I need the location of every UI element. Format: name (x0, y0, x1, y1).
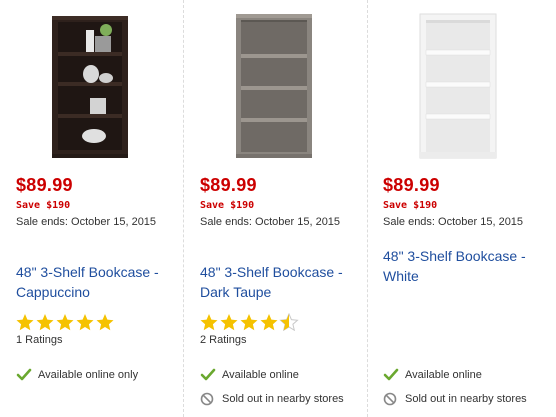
savings-text: Save $190 (16, 200, 71, 211)
price: $89.99 (200, 175, 257, 195)
product-title-link[interactable]: 48" 3-Shelf Bookcase - Cappuccino (16, 262, 186, 302)
price: $89.99 (383, 175, 440, 195)
price: $89.99 (16, 175, 73, 195)
sale-ends-text: Sale ends: October 15, 2015 (16, 216, 157, 228)
check-icon (383, 368, 399, 381)
store-status-text: Sold out in nearby stores (222, 393, 344, 405)
sale-ends-text: Sale ends: October 15, 2015 (200, 216, 341, 228)
product-card-white: $89.99 Save $190 Sale ends: October 15, … (367, 0, 556, 417)
store-status-row: Sold out in nearby stores (200, 392, 344, 406)
availability-row: Available online (383, 368, 482, 382)
no-entry-icon (200, 392, 214, 406)
product-image-dark-taupe[interactable] (184, 10, 367, 160)
star-icon (16, 314, 114, 331)
availability-row: Available online (200, 368, 299, 382)
ratings-count[interactable]: 1 Ratings (16, 334, 62, 346)
store-status-text: Sold out in nearby stores (405, 393, 527, 405)
star-rating[interactable] (200, 313, 300, 331)
bookcase-white-image (419, 13, 497, 159)
bookcase-cappuccino-image (52, 16, 128, 158)
availability-text: Available online (405, 369, 482, 381)
check-icon (16, 368, 32, 381)
star-rating[interactable] (16, 313, 116, 331)
availability-text: Available online (222, 369, 299, 381)
savings-text: Save $190 (383, 200, 438, 211)
availability-row: Available online only (16, 368, 138, 382)
sale-ends-text: Sale ends: October 15, 2015 (383, 216, 524, 228)
product-card-cappuccino: $89.99 Save $190 Sale ends: October 15, … (0, 0, 183, 417)
check-icon (200, 368, 216, 381)
product-image-white[interactable] (368, 10, 556, 160)
store-status-row: Sold out in nearby stores (383, 392, 527, 406)
product-title-link[interactable]: 48" 3-Shelf Bookcase - Dark Taupe (200, 262, 370, 302)
availability-text: Available online only (38, 369, 139, 381)
product-title-link[interactable]: 48" 3-Shelf Bookcase - White (383, 246, 553, 286)
no-entry-icon (383, 392, 397, 406)
star-icon (200, 313, 299, 331)
product-card-dark-taupe: $89.99 Save $190 Sale ends: October 15, … (183, 0, 367, 417)
bookcase-dark-taupe-image (236, 14, 312, 158)
ratings-count[interactable]: 2 Ratings (200, 334, 246, 346)
savings-text: Save $190 (200, 200, 255, 211)
product-image-cappuccino[interactable] (0, 10, 183, 160)
